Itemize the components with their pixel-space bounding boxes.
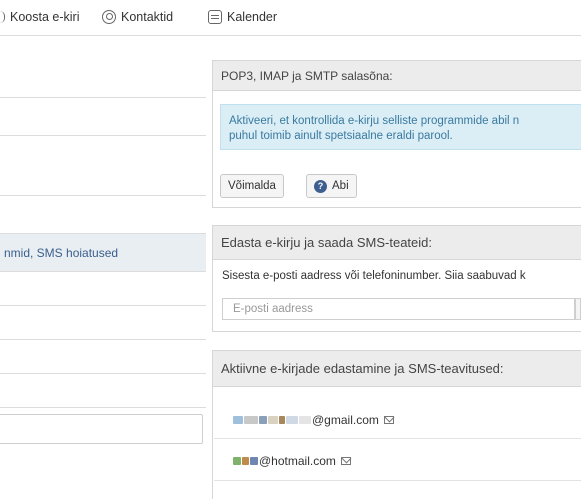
- nav-contacts-label: Kontaktid: [121, 10, 174, 24]
- redacted-text: [279, 415, 285, 424]
- redacted-text: [268, 415, 278, 424]
- sidebar-box[interactable]: [0, 414, 203, 444]
- redacted-text: [233, 456, 241, 465]
- add-button-edge[interactable]: [575, 298, 581, 320]
- help-button-label: Abi: [332, 180, 349, 192]
- nav-calendar-label: Kalender: [227, 10, 278, 24]
- enable-button[interactable]: Võimalda: [220, 174, 284, 198]
- redacted-text: [244, 415, 258, 424]
- active-panel-title: Aktiivne e-kirjade edastamine ja SMS-tea…: [213, 351, 581, 387]
- email-address: @hotmail.com: [259, 453, 336, 468]
- sidebar-item[interactable]: [0, 340, 206, 374]
- password-panel: POP3, IMAP ja SMTP salasõna: Aktiveeri, …: [212, 60, 581, 208]
- email-address-input[interactable]: E-posti aadress: [222, 298, 575, 320]
- help-icon: ?: [314, 179, 327, 193]
- password-info-line1: Aktiveeri, et kontrollida e-kirju sellis…: [229, 115, 520, 127]
- sidebar-item[interactable]: [0, 306, 206, 340]
- sidebar-item[interactable]: [0, 60, 206, 98]
- redacted-text: [242, 456, 249, 465]
- compose-icon: [0, 11, 5, 23]
- forward-panel-title: Edasta e-kirju ja saada SMS-teateid:: [213, 226, 581, 260]
- contacts-icon: [102, 10, 116, 24]
- nav-compose-label: Koosta e-kiri: [10, 10, 80, 24]
- password-info-box: Aktiveeri, et kontrollida e-kirju sellis…: [220, 104, 581, 150]
- mail-icon: [383, 415, 394, 424]
- forward-panel: Edasta e-kirju ja saada SMS-teateid: Sis…: [212, 225, 581, 332]
- sidebar-item[interactable]: [0, 136, 206, 196]
- sidebar-item-sms-alerts[interactable]: nmid, SMS hoiatused: [0, 234, 206, 272]
- active-forwarding-panel: Aktiivne e-kirjade edastamine ja SMS-tea…: [212, 350, 581, 499]
- sidebar-item[interactable]: [0, 272, 206, 306]
- redacted-text: [259, 415, 267, 424]
- sidebar-item[interactable]: [0, 98, 206, 136]
- password-info-line2: puhul toimib ainult spetsiaalne eraldi p…: [229, 130, 453, 142]
- redacted-text: [286, 415, 298, 424]
- password-panel-title: POP3, IMAP ja SMTP salasõna:: [213, 61, 581, 91]
- forward-description: Sisesta e-posti aadress või telefoninumb…: [222, 270, 526, 282]
- nav-contacts[interactable]: Kontaktid: [102, 10, 173, 24]
- sidebar-item-label: nmid, SMS hoiatused: [4, 245, 119, 260]
- email-placeholder: E-posti aadress: [233, 303, 313, 315]
- nav-compose[interactable]: Koosta e-kiri: [0, 10, 79, 24]
- help-button[interactable]: ? Abi: [306, 174, 357, 198]
- redacted-text: [233, 415, 243, 424]
- email-address: @gmail.com: [312, 412, 379, 427]
- mail-icon: [340, 456, 351, 465]
- sidebar-item[interactable]: [0, 374, 206, 408]
- calendar-icon: [208, 10, 222, 24]
- top-nav-bar: Koosta e-kiri Kontaktid Kalender: [0, 0, 581, 36]
- list-item[interactable]: @gmail.com: [214, 401, 581, 439]
- redacted-text: [299, 415, 311, 424]
- list-item[interactable]: @hotmail.com: [214, 441, 581, 481]
- nav-calendar[interactable]: Kalender: [208, 10, 277, 24]
- enable-button-label: Võimalda: [228, 180, 276, 192]
- redacted-text: [250, 456, 258, 465]
- sidebar-item[interactable]: [0, 196, 206, 234]
